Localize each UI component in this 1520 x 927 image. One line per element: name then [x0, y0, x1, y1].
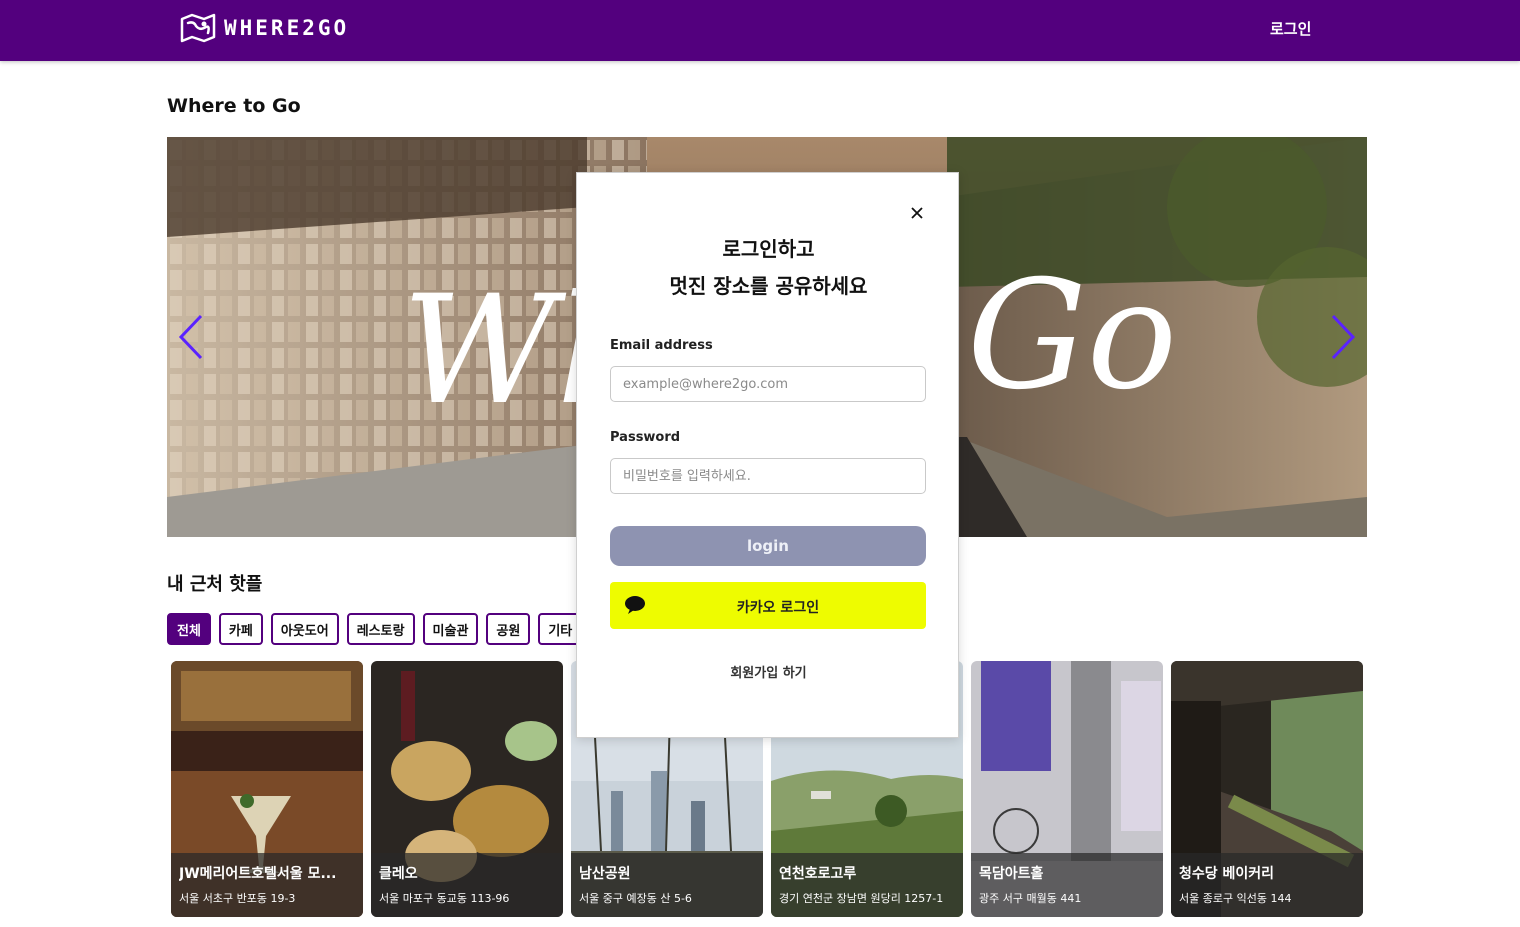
- carousel-next-button[interactable]: [1327, 312, 1359, 362]
- top-navbar: WHERE2GO 로그인: [0, 0, 1520, 61]
- kakao-login-button[interactable]: 카카오 로그인: [610, 582, 926, 629]
- chevron-left-icon: [178, 314, 203, 360]
- place-info: 연천호로고루 경기 연천군 장남면 원당리 1257-1: [771, 853, 963, 917]
- place-card[interactable]: 클레오 서울 마포구 동교동 113-96: [371, 661, 563, 917]
- place-address: 경기 연천군 장남면 원당리 1257-1: [779, 892, 944, 905]
- header-login-button[interactable]: 로그인: [1270, 18, 1311, 39]
- place-address: 서울 마포구 동교동 113-96: [379, 892, 510, 905]
- place-info: 클레오 서울 마포구 동교동 113-96: [371, 853, 563, 917]
- category-filter-bar: 전체 카페 아웃도어 레스토랑 미술관 공원 기타: [167, 613, 583, 645]
- place-card[interactable]: 목담아트홀 광주 서구 매월동 441: [971, 661, 1163, 917]
- email-label: Email address: [610, 338, 713, 353]
- login-modal: 로그인하고 멋진 장소를 공유하세요 Email address Passwor…: [576, 172, 959, 738]
- login-submit-button[interactable]: login: [610, 526, 926, 566]
- chevron-right-icon: [1331, 314, 1356, 360]
- category-chip-outdoor[interactable]: 아웃도어: [270, 613, 339, 645]
- place-name: 남산공원: [579, 866, 631, 882]
- place-card[interactable]: JW메리어트호텔서울 모... 서울 서초구 반포동 19-3: [171, 661, 363, 917]
- brand-logo[interactable]: WHERE2GO: [180, 13, 349, 43]
- place-name: JW메리어트호텔서울 모...: [179, 866, 337, 882]
- kakao-login-label: 카카오 로그인: [736, 600, 820, 616]
- category-chip-park[interactable]: 공원: [486, 613, 531, 645]
- nearby-section-title: 내 근처 핫플: [167, 574, 263, 595]
- place-name: 목담아트홀: [979, 866, 1044, 882]
- place-info: JW메리어트호텔서울 모... 서울 서초구 반포동 19-3: [171, 853, 363, 917]
- modal-heading-line2: 멋진 장소를 공유하세요: [669, 274, 868, 298]
- place-info: 남산공원 서울 중구 예장동 산 5-6: [571, 853, 763, 917]
- place-name: 클레오: [379, 866, 418, 882]
- place-address: 서울 중구 예장동 산 5-6: [579, 892, 692, 905]
- place-info: 목담아트홀 광주 서구 매월동 441: [971, 853, 1163, 917]
- page-title: Where to Go: [167, 95, 301, 117]
- place-name: 연천호로고루: [779, 866, 857, 882]
- brand-name: WHERE2GO: [224, 16, 350, 40]
- password-input[interactable]: [610, 458, 926, 494]
- category-chip-restaurant[interactable]: 레스토랑: [346, 613, 415, 645]
- category-chip-museum[interactable]: 미술관: [422, 613, 479, 645]
- place-address: 서울 종로구 익선동 144: [1179, 892, 1292, 905]
- place-address: 광주 서구 매월동 441: [979, 892, 1082, 905]
- modal-heading-line1: 로그인하고: [722, 237, 815, 261]
- place-info: 청수당 베이커리 서울 종로구 익선동 144: [1171, 853, 1363, 917]
- category-chip-cafe[interactable]: 카페: [218, 613, 263, 645]
- signup-link[interactable]: 회원가입 하기: [577, 662, 960, 681]
- place-name: 청수당 베이커리: [1179, 866, 1275, 882]
- modal-heading: 로그인하고 멋진 장소를 공유하세요: [577, 231, 960, 305]
- category-chip-all[interactable]: 전체: [167, 613, 211, 645]
- map-logo-icon: [180, 13, 216, 43]
- place-address: 서울 서초구 반포동 19-3: [179, 892, 296, 905]
- place-card[interactable]: 청수당 베이커리 서울 종로구 익선동 144: [1171, 661, 1363, 917]
- email-input[interactable]: [610, 366, 926, 402]
- carousel-prev-button[interactable]: [175, 312, 207, 362]
- hero-text-right: Go: [967, 249, 1177, 423]
- close-icon: [911, 207, 923, 219]
- modal-close-button[interactable]: [907, 203, 927, 223]
- password-label: Password: [610, 430, 681, 445]
